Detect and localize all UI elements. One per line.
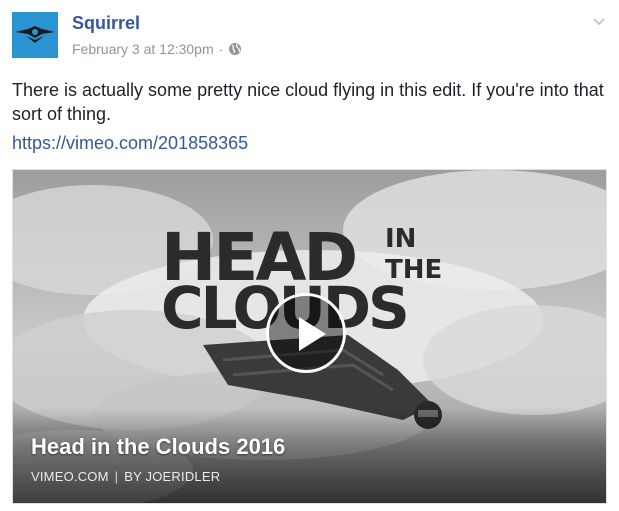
play-button[interactable] bbox=[266, 293, 346, 373]
link-preview-card[interactable]: HEAD IN THE CLOUDS Head in the Clouds 20… bbox=[12, 169, 607, 504]
avatar[interactable] bbox=[12, 12, 58, 58]
post-text: There is actually some pretty nice cloud… bbox=[12, 80, 604, 124]
card-source-separator: | bbox=[114, 469, 119, 484]
timestamp[interactable]: February 3 at 12:30pm bbox=[72, 41, 214, 57]
post-meta: February 3 at 12:30pm · bbox=[72, 41, 242, 57]
post-link[interactable]: https://vimeo.com/201858365 bbox=[12, 133, 248, 154]
chevron-down-icon[interactable] bbox=[592, 14, 606, 28]
card-source: VIMEO.COM | BY JOERIDLER bbox=[31, 469, 220, 484]
card-byline: BY JOERIDLER bbox=[124, 469, 221, 484]
globe-icon[interactable] bbox=[228, 42, 242, 56]
logo-in: IN bbox=[385, 224, 416, 254]
author-name[interactable]: Squirrel bbox=[72, 13, 140, 34]
card-domain: VIMEO.COM bbox=[31, 469, 109, 484]
card-title[interactable]: Head in the Clouds 2016 bbox=[31, 434, 285, 460]
squirrel-logo-icon bbox=[12, 12, 58, 58]
meta-separator: · bbox=[218, 41, 224, 57]
